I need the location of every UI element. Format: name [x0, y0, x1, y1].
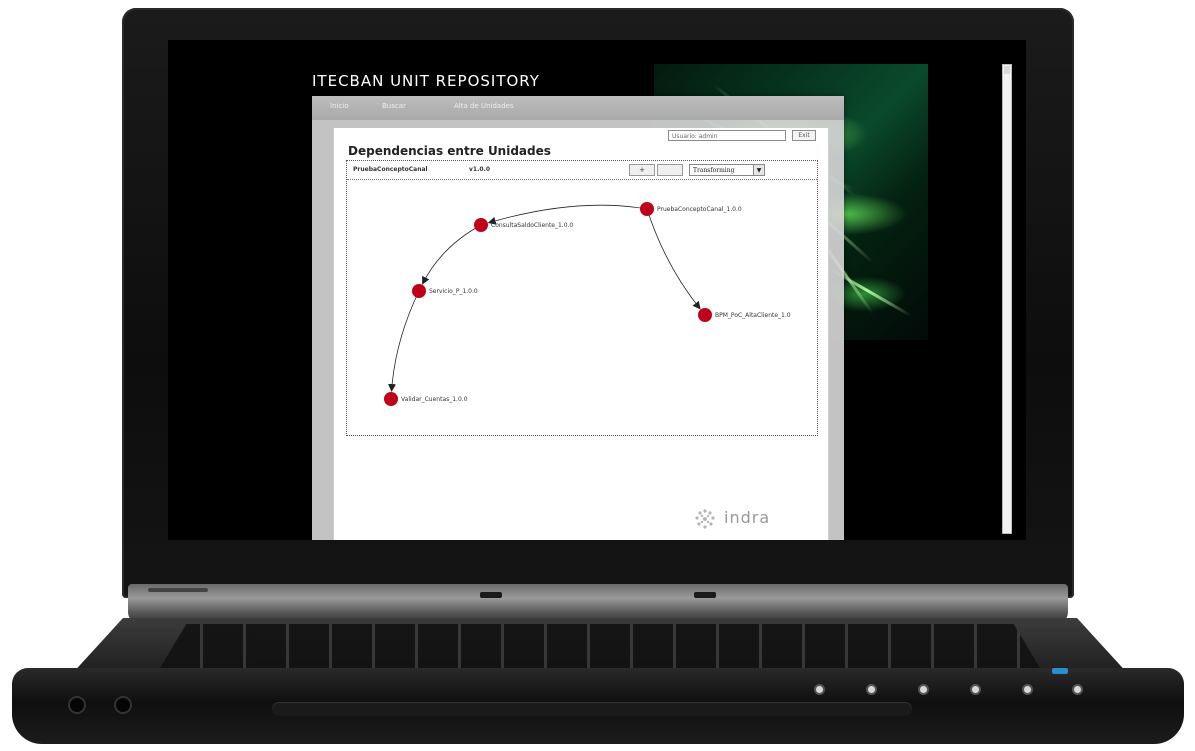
app-title: ITECBAN UNIT REPOSITORY: [312, 72, 540, 90]
graph-node[interactable]: [640, 202, 654, 216]
audio-jack-2: [116, 698, 130, 712]
nav-item-alta-unidades[interactable]: Alta de Unidades: [454, 102, 514, 110]
graph-node[interactable]: [412, 284, 426, 298]
indicator-led: [816, 686, 823, 693]
laptop-base: [12, 668, 1184, 744]
graph-nodes: PruebaConceptoCanal_1.0.0 ConsultaSaldoCl…: [384, 202, 791, 406]
app-window: Inicio Buscar Alta de Unidades Usuario: …: [312, 96, 844, 540]
graph-node-label: BPM_PoC_AltaCliente_1.0: [715, 312, 791, 319]
indicator-led: [1074, 686, 1081, 693]
page-title: Dependencias entre Unidades: [348, 144, 551, 158]
hinge-brand-plate: [148, 588, 208, 592]
indicator-led: [1024, 686, 1031, 693]
page-scrollbar[interactable]: [1002, 64, 1012, 534]
lid-latch-right: [694, 592, 716, 598]
graph-edge: [487, 204, 648, 225]
indra-logo: indra: [692, 506, 802, 532]
graph-node[interactable]: [384, 392, 398, 406]
nav-item-buscar[interactable]: Buscar: [382, 102, 406, 110]
audio-jack-1: [70, 698, 84, 712]
graph-node-label: PruebaConceptoCanal_1.0.0: [657, 206, 742, 213]
laptop-photo: ITECBAN UNIT REPOSITORY Inicio Buscar Al…: [0, 0, 1195, 751]
laptop-screen: ITECBAN UNIT REPOSITORY Inicio Buscar Al…: [168, 40, 1026, 540]
indicator-led: [868, 686, 875, 693]
graph-edge: [388, 290, 420, 393]
indra-logo-icon: [695, 509, 715, 529]
graph-edge: [422, 224, 482, 285]
graph-node-label: Servicio_P_1.0.0: [429, 288, 478, 295]
nav-item-inicio[interactable]: Inicio: [330, 102, 349, 110]
main-panel: Usuario: admin Exit Dependencias entre U…: [333, 128, 829, 540]
dependency-graph[interactable]: PruebaConceptoCanal v1.0.0 + Transformin…: [346, 160, 818, 436]
front-strip: [272, 702, 912, 716]
indicator-led: [972, 686, 979, 693]
logout-button[interactable]: Exit: [792, 130, 816, 141]
indra-logo-text: indra: [724, 508, 771, 527]
graph-node[interactable]: [698, 308, 712, 322]
nav-bar: Inicio Buscar Alta de Unidades: [312, 96, 844, 120]
indicator-led: [920, 686, 927, 693]
keyboard: [160, 624, 1040, 668]
graph-node[interactable]: [474, 218, 488, 232]
lid-latch-left: [480, 592, 502, 598]
graph-edges: [388, 204, 701, 393]
graph-node-label: Validar_Cuentas_1.0.0: [401, 396, 468, 403]
user-field: Usuario: admin: [668, 130, 786, 141]
graph-canvas[interactable]: PruebaConceptoCanal_1.0.0 ConsultaSaldoCl…: [347, 161, 819, 437]
scroll-up-arrow-icon[interactable]: [1004, 66, 1010, 74]
graph-edge: [646, 208, 701, 310]
graph-node-label: ConsultaSaldoCliente_1.0.0: [491, 222, 573, 229]
status-light: [1052, 668, 1068, 674]
